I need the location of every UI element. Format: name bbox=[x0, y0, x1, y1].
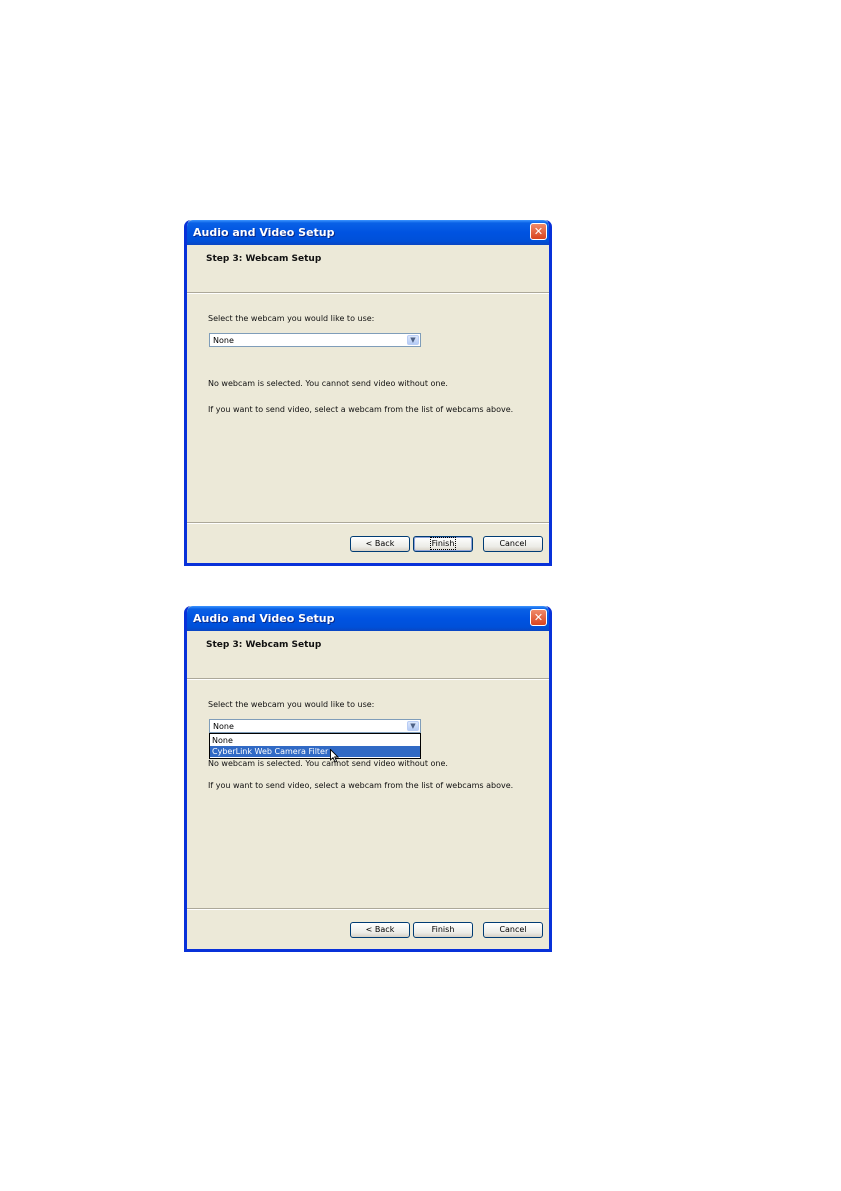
back-button-label: < Back bbox=[365, 925, 395, 934]
audio-video-setup-dialog-open: Audio and Video Setup ✕ Step 3: Webcam S… bbox=[184, 606, 552, 952]
footer-divider bbox=[187, 522, 549, 524]
header-divider bbox=[187, 292, 549, 294]
close-button[interactable]: ✕ bbox=[530, 223, 547, 240]
finish-button-label: Finish bbox=[429, 537, 457, 550]
wizard-header: Step 3: Webcam Setup bbox=[187, 631, 549, 677]
finish-button[interactable]: Finish bbox=[413, 536, 473, 552]
step-title: Step 3: Webcam Setup bbox=[206, 254, 322, 264]
cancel-button-label: Cancel bbox=[499, 925, 527, 934]
webcam-select-label: Select the webcam you would like to use: bbox=[208, 700, 375, 709]
webcam-dropdown-list[interactable]: None CyberLink Web Camera Filter bbox=[209, 733, 421, 759]
header-divider bbox=[187, 678, 549, 680]
close-button[interactable]: ✕ bbox=[530, 609, 547, 626]
webcam-hint-text: If you want to send video, select a webc… bbox=[208, 781, 514, 790]
chevron-down-icon[interactable]: ▼ bbox=[407, 335, 419, 345]
dropdown-option-cyberlink[interactable]: CyberLink Web Camera Filter bbox=[210, 746, 420, 757]
window-title: Audio and Video Setup bbox=[193, 226, 335, 239]
webcam-select-label: Select the webcam you would like to use: bbox=[208, 314, 375, 323]
webcam-status-text: No webcam is selected. You cannot send v… bbox=[208, 759, 448, 768]
webcam-select[interactable]: None ▼ bbox=[209, 333, 421, 347]
footer-divider bbox=[187, 908, 549, 910]
webcam-select[interactable]: None ▼ bbox=[209, 719, 421, 733]
webcam-status-text: No webcam is selected. You cannot send v… bbox=[208, 379, 448, 388]
webcam-select-value: None bbox=[213, 722, 234, 731]
webcam-select-value: None bbox=[213, 336, 234, 345]
close-icon: ✕ bbox=[533, 611, 544, 624]
mouse-pointer-icon bbox=[330, 749, 340, 763]
webcam-hint-text: If you want to send video, select a webc… bbox=[208, 405, 514, 414]
audio-video-setup-dialog: Audio and Video Setup ✕ Step 3: Webcam S… bbox=[184, 220, 552, 566]
finish-button[interactable]: Finish bbox=[413, 922, 473, 938]
cancel-button[interactable]: Cancel bbox=[483, 922, 543, 938]
close-icon: ✕ bbox=[533, 225, 544, 238]
back-button[interactable]: < Back bbox=[350, 922, 410, 938]
dropdown-option-none[interactable]: None bbox=[210, 735, 420, 746]
step-title: Step 3: Webcam Setup bbox=[206, 640, 322, 650]
title-bar[interactable]: Audio and Video Setup ✕ bbox=[187, 606, 549, 631]
cancel-button[interactable]: Cancel bbox=[483, 536, 543, 552]
back-button[interactable]: < Back bbox=[350, 536, 410, 552]
wizard-header: Step 3: Webcam Setup bbox=[187, 245, 549, 291]
cancel-button-label: Cancel bbox=[499, 539, 527, 548]
window-title: Audio and Video Setup bbox=[193, 612, 335, 625]
title-bar[interactable]: Audio and Video Setup ✕ bbox=[187, 220, 549, 245]
back-button-label: < Back bbox=[365, 539, 395, 548]
finish-button-label: Finish bbox=[431, 925, 455, 934]
chevron-down-icon[interactable]: ▼ bbox=[407, 721, 419, 731]
